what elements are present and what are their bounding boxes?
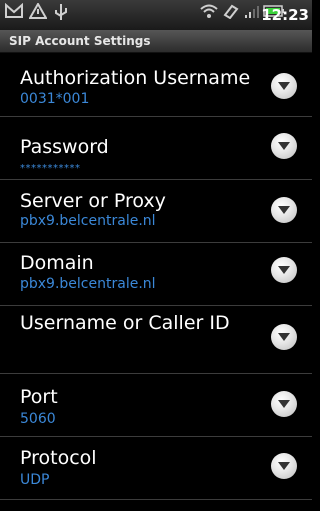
setting-title: Port (20, 386, 58, 408)
setting-title: Username or Caller ID (20, 312, 230, 334)
setting-server-or-proxy[interactable]: Server or Proxy pbx9.belcentrale.nl (0, 180, 312, 243)
setting-value: 0031*001 (20, 91, 90, 107)
setting-port[interactable]: Port 5060 (0, 374, 312, 437)
chevron-down-icon[interactable] (271, 73, 297, 99)
chevron-down-icon[interactable] (271, 453, 297, 479)
signal-icon (244, 3, 260, 25)
setting-value: pbx9.belcentrale.nl (20, 213, 156, 229)
warning-icon (28, 1, 48, 25)
setting-title: Server or Proxy (20, 190, 166, 212)
chevron-down-icon[interactable] (271, 391, 297, 417)
page-title: SIP Account Settings (9, 34, 151, 48)
gmail-icon (5, 2, 23, 25)
setting-value: *********** (20, 163, 81, 174)
setting-title: Password (20, 136, 109, 158)
setting-domain[interactable]: Domain pbx9.belcentrale.nl (0, 243, 312, 306)
setting-value: pbx9.belcentrale.nl (20, 276, 156, 292)
setting-value: 5060 (20, 411, 56, 427)
setting-password[interactable]: Password *********** (0, 117, 312, 180)
setting-authorization-username[interactable]: Authorization Username 0031*001 (0, 54, 312, 117)
chevron-down-icon[interactable] (271, 324, 297, 350)
status-time: 12:23 (261, 6, 309, 24)
usb-icon (53, 3, 69, 27)
setting-title: Authorization Username (20, 67, 251, 89)
setting-title: Domain (20, 252, 94, 274)
sync-icon (222, 3, 240, 25)
setting-protocol[interactable]: Protocol UDP (0, 437, 312, 500)
chevron-down-icon[interactable] (271, 197, 297, 223)
setting-title: Protocol (20, 447, 97, 469)
chevron-down-icon[interactable] (271, 133, 297, 159)
title-bar: SIP Account Settings (0, 30, 312, 53)
status-bar: 12:23 (0, 0, 312, 30)
wifi-icon (200, 3, 218, 25)
setting-value: UDP (20, 472, 50, 488)
setting-username-or-caller-id[interactable]: Username or Caller ID (0, 306, 312, 374)
chevron-down-icon[interactable] (271, 257, 297, 283)
